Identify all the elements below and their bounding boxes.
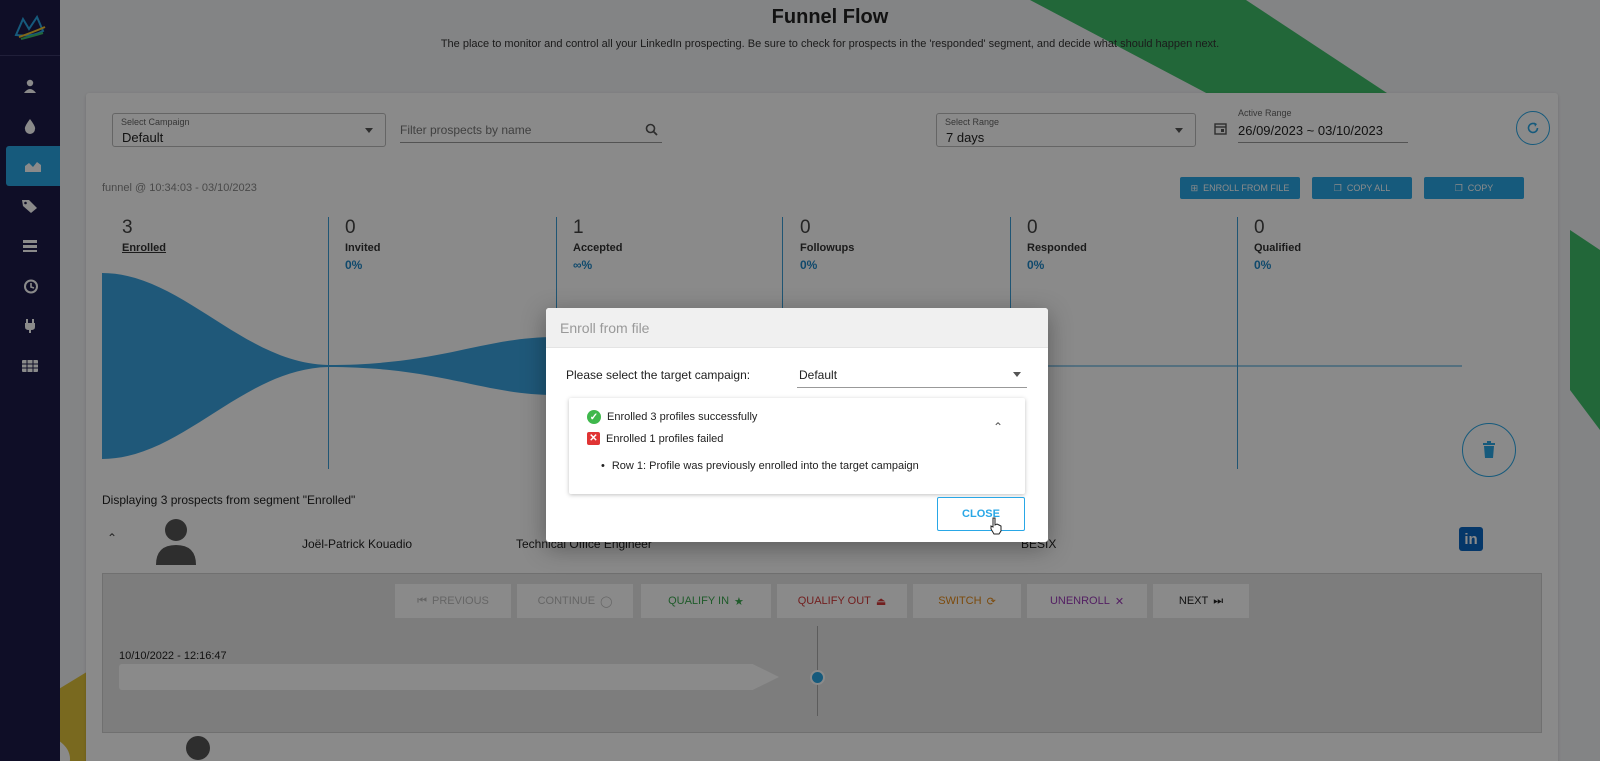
success-text: Enrolled 3 profiles successfully <box>607 411 758 423</box>
error-detail: Row 1: Profile was previously enrolled i… <box>601 460 919 472</box>
hand-cursor-icon <box>990 517 1002 535</box>
target-campaign-value: Default <box>799 368 838 382</box>
target-campaign-label: Please select the target campaign: <box>566 368 751 382</box>
failure-text: Enrolled 1 profiles failed <box>606 432 724 445</box>
target-campaign-select[interactable]: Default <box>797 360 1027 388</box>
enroll-result-panel: ✓ Enrolled 3 profiles successfully ✕ Enr… <box>569 398 1025 494</box>
enroll-from-file-dialog: Enroll from file Please select the targe… <box>546 308 1048 542</box>
check-circle-icon: ✓ <box>587 410 601 424</box>
chevron-down-icon <box>1013 372 1021 377</box>
error-x-icon: ✕ <box>587 432 600 445</box>
failure-message: ✕ Enrolled 1 profiles failed <box>587 432 723 445</box>
dialog-title: Enroll from file <box>546 308 1048 348</box>
chevron-up-icon[interactable]: ⌃ <box>993 420 1003 434</box>
close-button[interactable]: Close <box>937 497 1025 531</box>
success-message: ✓ Enrolled 3 profiles successfully <box>587 410 757 424</box>
